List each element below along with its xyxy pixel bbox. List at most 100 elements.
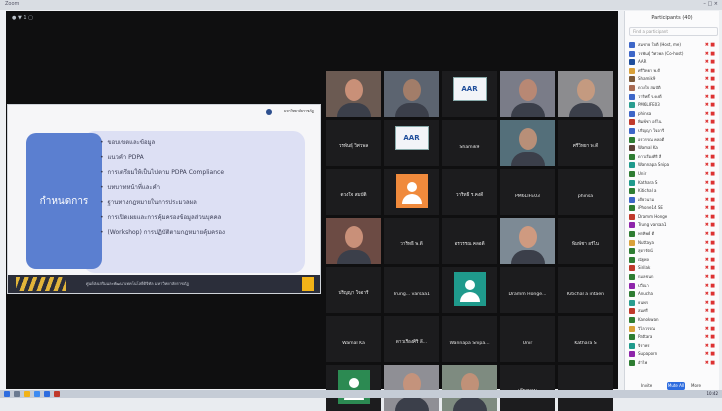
participant-video-tile[interactable]: Shamik9 — [442, 120, 497, 166]
mic-muted-icon[interactable]: ✖ — [705, 145, 709, 151]
participant-row[interactable]: Wamal Ka ✖ ■ — [629, 144, 715, 153]
camera-off-icon[interactable]: ■ — [710, 248, 715, 254]
meeting-info-indicator[interactable]: ● ▼ 1 ▢ — [12, 15, 33, 21]
participant-row[interactable]: Shamik9 ✖ ■ — [629, 75, 715, 84]
participant-row[interactable]: Wannapa Snipa ✖ ■ — [629, 161, 715, 170]
mic-muted-icon[interactable]: ✖ — [705, 317, 709, 323]
mic-muted-icon[interactable]: ✖ — [705, 257, 709, 263]
mic-muted-icon[interactable]: ✖ — [705, 291, 709, 297]
camera-off-icon[interactable]: ■ — [710, 265, 715, 271]
participant-row[interactable]: Sirilak ✖ ■ — [629, 264, 715, 273]
camera-off-icon[interactable]: ■ — [710, 128, 715, 134]
participant-video-tile[interactable] — [326, 365, 381, 411]
camera-off-icon[interactable]: ■ — [710, 274, 715, 280]
participant-row[interactable]: สุดารัตน์ ✖ ■ — [629, 247, 715, 256]
participant-row[interactable]: Nuttaya ✖ ■ — [629, 239, 715, 248]
participant-video-tile[interactable]: พิมพ์ชา อร์ไน — [558, 218, 613, 264]
participant-video-tile[interactable] — [384, 71, 439, 117]
participant-video-tile[interactable] — [442, 267, 497, 313]
participant-video-tile[interactable]: phinsa — [558, 169, 613, 215]
mic-muted-icon[interactable]: ✖ — [705, 188, 709, 194]
mic-muted-icon[interactable]: ✖ — [705, 51, 709, 57]
camera-off-icon[interactable]: ■ — [710, 76, 715, 82]
mic-muted-icon[interactable]: ✖ — [705, 85, 709, 91]
participant-video-tile[interactable] — [500, 71, 555, 117]
mic-muted-icon[interactable]: ✖ — [705, 102, 709, 108]
participant-video-tile[interactable]: วาริทธิ์ ร.คงดี — [442, 169, 497, 215]
participant-row[interactable]: Trung varsaa1 ✖ ■ — [629, 221, 715, 230]
participant-video-tile[interactable] — [326, 218, 381, 264]
zoom-taskbar-icon[interactable] — [44, 391, 50, 397]
camera-off-icon[interactable]: ■ — [710, 188, 715, 194]
camera-off-icon[interactable]: ■ — [710, 351, 715, 357]
mic-muted-icon[interactable]: ✖ — [705, 343, 709, 349]
camera-off-icon[interactable]: ■ — [710, 171, 715, 177]
participant-row[interactable]: AAR ✖ ■ — [629, 58, 715, 67]
participant-video-tile[interactable] — [558, 71, 613, 117]
mic-muted-icon[interactable]: ✖ — [705, 197, 709, 203]
participant-row[interactable]: วาริทธิ์ ร.คงดี ✖ ■ — [629, 93, 715, 102]
mute-all-button[interactable]: Mute All — [667, 382, 685, 390]
browser-icon[interactable] — [34, 391, 40, 397]
participant-row[interactable]: ศรีวิทยา พ.ดี ✖ ■ — [629, 67, 715, 76]
participant-video-tile[interactable]: วรพันธุ์ วิศวพล — [326, 120, 381, 166]
participant-row[interactable]: ปริญญา ใจอารี ✖ ■ — [629, 127, 715, 136]
participant-row[interactable]: พิมพ์ชา อร์ไน ✖ ■ — [629, 118, 715, 127]
participant-row[interactable]: Kathara S ✖ ■ — [629, 179, 715, 188]
search-icon[interactable] — [14, 391, 20, 397]
camera-off-icon[interactable]: ■ — [710, 42, 715, 48]
participant-video-tile[interactable] — [384, 169, 439, 215]
participant-video-tile[interactable]: ปริญญา ใจอารี — [326, 267, 381, 313]
camera-off-icon[interactable]: ■ — [710, 137, 715, 143]
mic-muted-icon[interactable]: ✖ — [705, 326, 709, 332]
participant-row[interactable]: สมชาย ใจดี (Host, me) ✖ ■ — [629, 41, 715, 50]
camera-off-icon[interactable]: ■ — [710, 162, 715, 168]
participant-video-tile[interactable] — [384, 365, 439, 411]
mic-muted-icon[interactable]: ✖ — [705, 222, 709, 228]
participant-row[interactable]: Supaporn ✖ ■ — [629, 350, 715, 359]
camera-off-icon[interactable]: ■ — [710, 291, 715, 297]
mic-muted-icon[interactable]: ✖ — [705, 68, 709, 74]
mic-muted-icon[interactable]: ✖ — [705, 360, 709, 366]
camera-off-icon[interactable]: ■ — [710, 94, 715, 100]
camera-off-icon[interactable]: ■ — [710, 283, 715, 289]
start-menu-icon[interactable] — [4, 391, 10, 397]
mic-muted-icon[interactable]: ✖ — [705, 137, 709, 143]
participant-row[interactable]: ปวีณา ✖ ■ — [629, 282, 715, 291]
participant-row[interactable]: ธนพร ✖ ■ — [629, 299, 715, 308]
participant-video-tile[interactable]: AAR — [442, 71, 497, 117]
camera-off-icon[interactable]: ■ — [710, 102, 715, 108]
camera-off-icon[interactable]: ■ — [710, 343, 715, 349]
participant-row[interactable]: สมศรี ✖ ■ — [629, 307, 715, 316]
participant-video-tile[interactable]: ดวงใจ สมบัติ — [326, 169, 381, 215]
participant-row[interactable]: อำไพ ✖ ■ — [629, 359, 715, 368]
participant-video-tile[interactable]: Kitichal a intaen — [558, 267, 613, 313]
mic-muted-icon[interactable]: ✖ — [705, 94, 709, 100]
mic-muted-icon[interactable]: ✖ — [705, 248, 709, 254]
mic-muted-icon[interactable]: ✖ — [705, 265, 709, 271]
participant-row[interactable]: วิไลวรรณ ✖ ■ — [629, 325, 715, 334]
participant-video-tile[interactable]: Wannapa Snipa... — [442, 316, 497, 362]
participant-search-input[interactable]: Find a participant — [629, 27, 718, 36]
participant-row[interactable]: phinsa ✖ ■ — [629, 110, 715, 119]
participant-video-tile[interactable]: Wamal Ka — [326, 316, 381, 362]
camera-off-icon[interactable]: ■ — [710, 51, 715, 57]
participant-row[interactable]: Anucha ✖ ■ — [629, 290, 715, 299]
camera-off-icon[interactable]: ■ — [710, 154, 715, 160]
more-button[interactable]: More — [691, 383, 701, 388]
invite-button[interactable]: Invite — [641, 383, 652, 388]
camera-off-icon[interactable]: ■ — [710, 222, 715, 228]
mic-muted-icon[interactable]: ✖ — [705, 274, 709, 280]
camera-off-icon[interactable]: ■ — [710, 240, 715, 246]
participant-row[interactable]: Kitichal a ✖ ■ — [629, 187, 715, 196]
participant-video-tile[interactable]: Dramm Honge... — [500, 267, 555, 313]
mic-muted-icon[interactable]: ✖ — [705, 42, 709, 48]
mic-muted-icon[interactable]: ✖ — [705, 308, 709, 314]
mic-muted-icon[interactable]: ✖ — [705, 180, 709, 186]
participant-video-tile[interactable]: ศรีวิทยา พ.ดี — [558, 120, 613, 166]
participant-video-tile[interactable] — [500, 218, 555, 264]
participant-video-tile[interactable]: อรวรรณ คลอดี — [442, 218, 497, 264]
mic-muted-icon[interactable]: ✖ — [705, 119, 709, 125]
camera-off-icon[interactable]: ■ — [710, 119, 715, 125]
camera-off-icon[interactable]: ■ — [710, 308, 715, 314]
